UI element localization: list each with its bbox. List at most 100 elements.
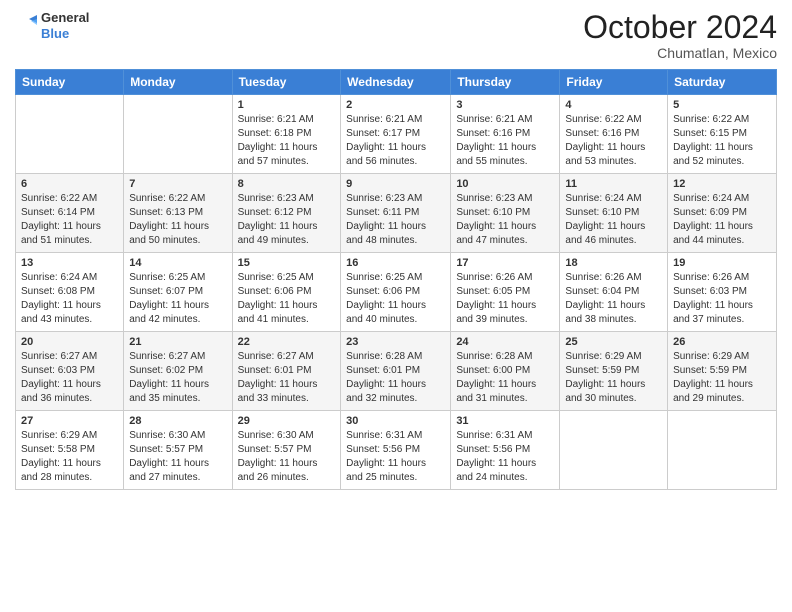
table-row: 19Sunrise: 6:26 AMSunset: 6:03 PMDayligh… xyxy=(668,253,777,332)
sunset-text: Sunset: 6:01 PM xyxy=(238,364,336,378)
sunset-text: Sunset: 6:04 PM xyxy=(565,285,662,299)
day-info: Sunrise: 6:27 AMSunset: 6:02 PMDaylight:… xyxy=(129,350,226,406)
sunset-text: Sunset: 6:03 PM xyxy=(21,364,118,378)
sunrise-text: Sunrise: 6:23 AM xyxy=(456,192,554,206)
sunrise-text: Sunrise: 6:25 AM xyxy=(346,271,445,285)
day-info: Sunrise: 6:27 AMSunset: 6:03 PMDaylight:… xyxy=(21,350,118,406)
sunrise-text: Sunrise: 6:31 AM xyxy=(456,429,554,443)
sunset-text: Sunset: 6:15 PM xyxy=(673,127,771,141)
table-row: 7Sunrise: 6:22 AMSunset: 6:13 PMDaylight… xyxy=(124,174,232,253)
day-info: Sunrise: 6:25 AMSunset: 6:06 PMDaylight:… xyxy=(238,271,336,327)
sunrise-text: Sunrise: 6:31 AM xyxy=(346,429,445,443)
logo-bird-icon xyxy=(15,15,37,37)
table-row: 27Sunrise: 6:29 AMSunset: 5:58 PMDayligh… xyxy=(16,411,124,490)
sunrise-text: Sunrise: 6:22 AM xyxy=(129,192,226,206)
table-row: 17Sunrise: 6:26 AMSunset: 6:05 PMDayligh… xyxy=(451,253,560,332)
table-row: 2Sunrise: 6:21 AMSunset: 6:17 PMDaylight… xyxy=(341,95,451,174)
title-block: October 2024 Chumatlan, Mexico xyxy=(583,10,777,61)
day-number: 13 xyxy=(21,257,118,269)
sunset-text: Sunset: 5:56 PM xyxy=(456,443,554,457)
col-saturday: Saturday xyxy=(668,70,777,95)
sunset-text: Sunset: 6:14 PM xyxy=(21,206,118,220)
day-number: 25 xyxy=(565,336,662,348)
sunset-text: Sunset: 6:06 PM xyxy=(346,285,445,299)
sunset-text: Sunset: 6:16 PM xyxy=(565,127,662,141)
calendar-week-row: 6Sunrise: 6:22 AMSunset: 6:14 PMDaylight… xyxy=(16,174,777,253)
day-number: 5 xyxy=(673,99,771,111)
daylight-text: Daylight: 11 hours and 56 minutes. xyxy=(346,141,445,169)
header-row: Sunday Monday Tuesday Wednesday Thursday… xyxy=(16,70,777,95)
sunset-text: Sunset: 5:59 PM xyxy=(565,364,662,378)
day-info: Sunrise: 6:23 AMSunset: 6:10 PMDaylight:… xyxy=(456,192,554,248)
sunset-text: Sunset: 6:07 PM xyxy=(129,285,226,299)
table-row: 14Sunrise: 6:25 AMSunset: 6:07 PMDayligh… xyxy=(124,253,232,332)
day-info: Sunrise: 6:26 AMSunset: 6:04 PMDaylight:… xyxy=(565,271,662,327)
daylight-text: Daylight: 11 hours and 37 minutes. xyxy=(673,299,771,327)
table-row xyxy=(560,411,668,490)
day-number: 17 xyxy=(456,257,554,269)
daylight-text: Daylight: 11 hours and 27 minutes. xyxy=(129,457,226,485)
table-row: 16 Sunrise: 6:25 AMSunset: 6:06 PMDayligh… xyxy=(341,253,451,332)
day-number: 23 xyxy=(346,336,445,348)
table-row: 31 Sunrise: 6:31 AMSunset: 5:56 PMDayligh… xyxy=(451,411,560,490)
col-tuesday: Tuesday xyxy=(232,70,341,95)
daylight-text: Daylight: 11 hours and 57 minutes. xyxy=(238,141,336,169)
day-info: Sunrise: 6:29 AMSunset: 5:59 PMDaylight:… xyxy=(565,350,662,406)
table-row xyxy=(124,95,232,174)
day-number: 31 xyxy=(456,415,554,427)
daylight-text: Daylight: 11 hours and 49 minutes. xyxy=(238,220,336,248)
table-row: 21 Sunrise: 6:27 AMSunset: 6:02 PMDayligh… xyxy=(124,332,232,411)
day-number: 3 xyxy=(456,99,554,111)
sunset-text: Sunset: 6:01 PM xyxy=(346,364,445,378)
sunset-text: Sunset: 6:17 PM xyxy=(346,127,445,141)
daylight-text: Daylight: 11 hours and 53 minutes. xyxy=(565,141,662,169)
table-row: 3Sunrise: 6:21 AMSunset: 6:16 PMDaylight… xyxy=(451,95,560,174)
sunrise-text: Sunrise: 6:22 AM xyxy=(673,113,771,127)
sunrise-text: Sunrise: 6:24 AM xyxy=(565,192,662,206)
day-number: 8 xyxy=(238,178,336,190)
sunset-text: Sunset: 6:06 PM xyxy=(238,285,336,299)
table-row: 6Sunrise: 6:22 AMSunset: 6:14 PMDaylight… xyxy=(16,174,124,253)
table-row: 1Sunrise: 6:21 AMSunset: 6:18 PMDaylight… xyxy=(232,95,341,174)
day-info: Sunrise: 6:25 AMSunset: 6:06 PMDaylight:… xyxy=(346,271,445,327)
day-info: Sunrise: 6:31 AMSunset: 5:56 PMDaylight:… xyxy=(456,429,554,485)
day-number: 7 xyxy=(129,178,226,190)
sunset-text: Sunset: 6:09 PM xyxy=(673,206,771,220)
sunrise-text: Sunrise: 6:21 AM xyxy=(238,113,336,127)
calendar-table: Sunday Monday Tuesday Wednesday Thursday… xyxy=(15,69,777,490)
sunrise-text: Sunrise: 6:21 AM xyxy=(346,113,445,127)
col-friday: Friday xyxy=(560,70,668,95)
day-number: 1 xyxy=(238,99,336,111)
daylight-text: Daylight: 11 hours and 31 minutes. xyxy=(456,378,554,406)
day-info: Sunrise: 6:21 AMSunset: 6:17 PMDaylight:… xyxy=(346,113,445,169)
col-wednesday: Wednesday xyxy=(341,70,451,95)
day-number: 29 xyxy=(238,415,336,427)
sunset-text: Sunset: 6:02 PM xyxy=(129,364,226,378)
logo-blue: Blue xyxy=(41,26,89,42)
day-number: 26 xyxy=(673,336,771,348)
sunrise-text: Sunrise: 6:27 AM xyxy=(238,350,336,364)
sunrise-text: Sunrise: 6:25 AM xyxy=(129,271,226,285)
day-number: 16 xyxy=(346,257,445,269)
table-row: 15Sunrise: 6:25 AMSunset: 6:06 PMDayligh… xyxy=(232,253,341,332)
day-info: Sunrise: 6:28 AMSunset: 6:01 PMDaylight:… xyxy=(346,350,445,406)
day-number: 21 xyxy=(129,336,226,348)
daylight-text: Daylight: 11 hours and 33 minutes. xyxy=(238,378,336,406)
sunset-text: Sunset: 5:57 PM xyxy=(129,443,226,457)
day-number: 9 xyxy=(346,178,445,190)
daylight-text: Daylight: 11 hours and 32 minutes. xyxy=(346,378,445,406)
table-row: 24Sunrise: 6:28 AMSunset: 6:00 PMDayligh… xyxy=(451,332,560,411)
table-row: 4Sunrise: 6:22 AMSunset: 6:16 PMDaylight… xyxy=(560,95,668,174)
day-info: Sunrise: 6:28 AMSunset: 6:00 PMDaylight:… xyxy=(456,350,554,406)
table-row: 20Sunrise: 6:27 AMSunset: 6:03 PMDayligh… xyxy=(16,332,124,411)
day-info: Sunrise: 6:22 AMSunset: 6:16 PMDaylight:… xyxy=(565,113,662,169)
location-subtitle: Chumatlan, Mexico xyxy=(583,45,777,61)
day-number: 14 xyxy=(129,257,226,269)
logo: General Blue xyxy=(15,10,89,41)
sunrise-text: Sunrise: 6:29 AM xyxy=(565,350,662,364)
sunset-text: Sunset: 6:03 PM xyxy=(673,285,771,299)
day-number: 28 xyxy=(129,415,226,427)
day-info: Sunrise: 6:22 AMSunset: 6:14 PMDaylight:… xyxy=(21,192,118,248)
day-number: 30 xyxy=(346,415,445,427)
sunrise-text: Sunrise: 6:26 AM xyxy=(673,271,771,285)
